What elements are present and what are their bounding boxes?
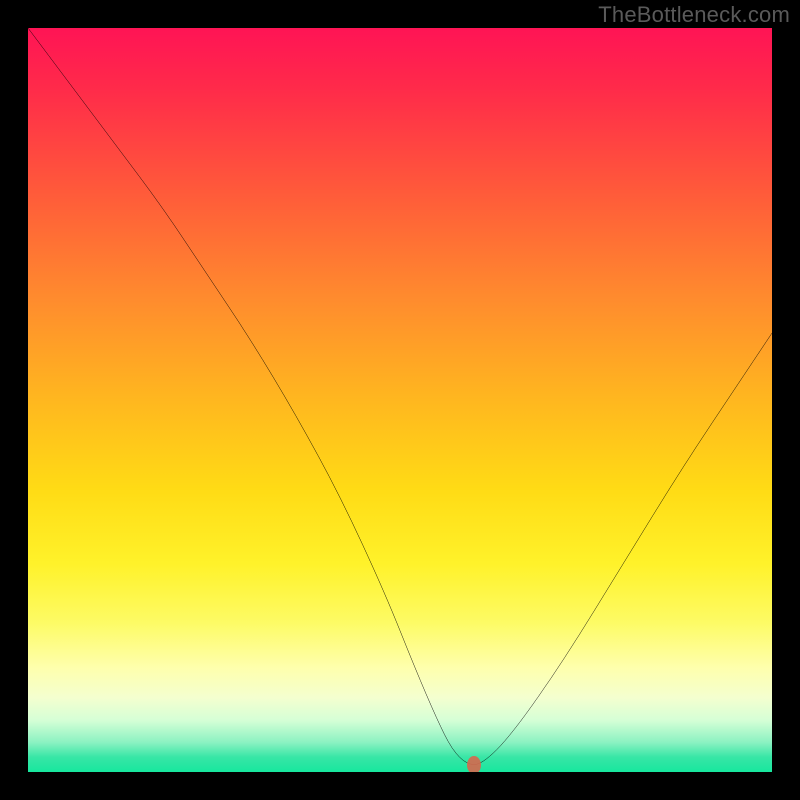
- chart-frame: TheBottleneck.com: [0, 0, 800, 800]
- bottleneck-curve: [28, 28, 772, 772]
- watermark-text: TheBottleneck.com: [598, 2, 790, 28]
- curve-path: [28, 28, 772, 765]
- plot-area: [28, 28, 772, 772]
- minimum-marker: [467, 756, 481, 772]
